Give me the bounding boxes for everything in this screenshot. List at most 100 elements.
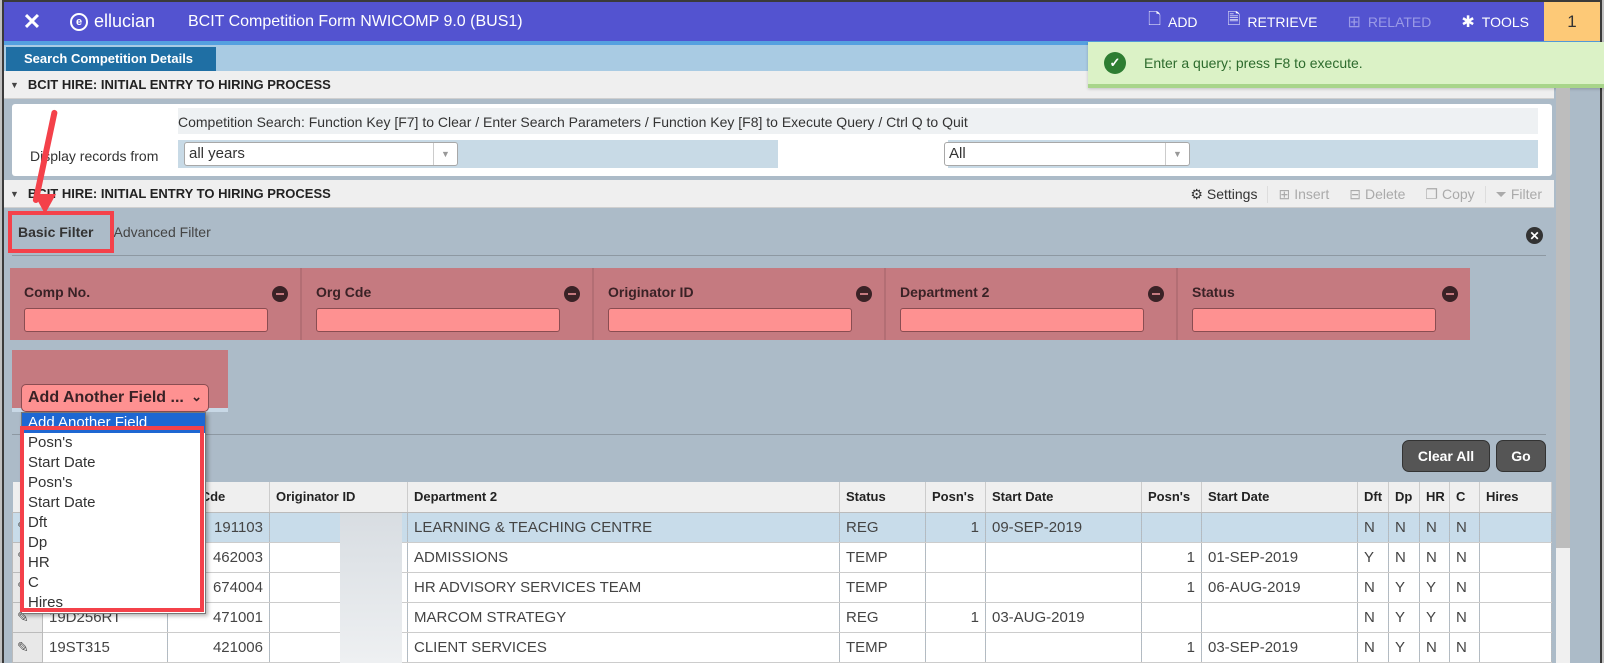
cell-posn2[interactable]: [1141, 602, 1202, 633]
column-header-dp[interactable]: Dp: [1388, 482, 1420, 513]
cell-start2[interactable]: 01-SEP-2019: [1201, 542, 1358, 573]
cell-status[interactable]: TEMP: [839, 542, 926, 573]
settings-button[interactable]: ⚙ Settings: [1180, 186, 1267, 203]
cell-start2[interactable]: [1201, 512, 1358, 543]
cell-c[interactable]: N: [1449, 632, 1480, 663]
column-header-posns-2[interactable]: Posn's: [1141, 482, 1202, 513]
add-another-field-select[interactable]: Add Another Field ... ⌄: [21, 384, 209, 412]
comp-no-input[interactable]: [24, 308, 268, 332]
column-header-c[interactable]: C: [1449, 482, 1480, 513]
column-header-originator-id[interactable]: Originator ID: [269, 482, 408, 513]
cell-hr[interactable]: Y: [1419, 602, 1450, 633]
cell-start1[interactable]: 09-SEP-2019: [985, 512, 1142, 543]
status-input[interactable]: [1192, 308, 1436, 332]
cell-posn1[interactable]: 1: [925, 602, 986, 633]
years-select[interactable]: all years ▼: [184, 142, 458, 166]
cell-dept[interactable]: MARCOM STRATEGY: [407, 602, 840, 633]
cell-dft[interactable]: N: [1357, 572, 1389, 603]
column-header-status[interactable]: Status: [839, 482, 926, 513]
copy-button[interactable]: ❐ Copy: [1415, 186, 1484, 203]
cell-c[interactable]: N: [1449, 572, 1480, 603]
cell-posn1[interactable]: [925, 542, 986, 573]
cell-start2[interactable]: 03-SEP-2019: [1201, 632, 1358, 663]
cell-dft[interactable]: N: [1357, 512, 1389, 543]
cell-status[interactable]: TEMP: [839, 632, 926, 663]
dropdown-option[interactable]: Start Date: [22, 453, 205, 473]
cell-posn2[interactable]: 1: [1141, 632, 1202, 663]
scrollbar-track[interactable]: [1556, 548, 1570, 663]
org-cde-input[interactable]: [316, 308, 560, 332]
cell-comp[interactable]: 19ST315: [42, 632, 168, 663]
dropdown-option[interactable]: Dp: [22, 533, 205, 553]
cell-dp[interactable]: Y: [1388, 602, 1420, 633]
cell-posn1[interactable]: [925, 572, 986, 603]
cell-c[interactable]: N: [1449, 542, 1480, 573]
cell-dept[interactable]: HR ADVISORY SERVICES TEAM: [407, 572, 840, 603]
cell-hr[interactable]: N: [1419, 512, 1450, 543]
cell-hires[interactable]: [1479, 632, 1552, 663]
cell-dft[interactable]: N: [1357, 632, 1389, 663]
notification-count-badge[interactable]: 1: [1544, 2, 1600, 41]
cell-dft[interactable]: N: [1357, 602, 1389, 633]
cell-dept[interactable]: ADMISSIONS: [407, 542, 840, 573]
related-button[interactable]: ⊞ RELATED: [1332, 12, 1446, 32]
cell-c[interactable]: N: [1449, 512, 1480, 543]
collapse-triangle-icon[interactable]: ▼: [10, 80, 19, 90]
cell-start1[interactable]: [985, 632, 1142, 663]
dropdown-option[interactable]: C: [22, 573, 205, 593]
table-row[interactable]: ✎462003A0ADMISSIONSTEMP101-SEP-2019YNNN: [12, 541, 1552, 573]
cell-posn2[interactable]: 1: [1141, 572, 1202, 603]
remove-field-icon[interactable]: [1442, 286, 1458, 302]
cell-start2[interactable]: [1201, 602, 1358, 633]
retrieve-button[interactable]: 🗎 RETRIEVE: [1213, 8, 1333, 35]
cell-hires[interactable]: [1479, 602, 1552, 633]
cell-hires[interactable]: [1479, 512, 1552, 543]
collapse-triangle-icon[interactable]: ▼: [10, 189, 19, 199]
dropdown-option[interactable]: Start Date: [22, 493, 205, 513]
column-header-posns[interactable]: Posn's: [925, 482, 986, 513]
cell-dept[interactable]: LEARNING & TEACHING CENTRE: [407, 512, 840, 543]
remove-field-icon[interactable]: [564, 286, 580, 302]
tools-button[interactable]: ✱ TOOLS: [1446, 12, 1544, 32]
cell-hr[interactable]: Y: [1419, 572, 1450, 603]
delete-button[interactable]: ⊟ Delete: [1339, 186, 1415, 203]
column-header-hr[interactable]: HR: [1419, 482, 1450, 513]
cell-start1[interactable]: 03-AUG-2019: [985, 602, 1142, 633]
cell-start1[interactable]: [985, 542, 1142, 573]
dropdown-option[interactable]: Posn's: [22, 473, 205, 493]
dropdown-option[interactable]: Posn's: [22, 433, 205, 453]
dropdown-option[interactable]: HR: [22, 553, 205, 573]
originator-id-input[interactable]: [608, 308, 852, 332]
cell-dp[interactable]: N: [1388, 542, 1420, 573]
cell-status[interactable]: REG: [839, 512, 926, 543]
cell-hires[interactable]: [1479, 542, 1552, 573]
cell-dp[interactable]: N: [1388, 512, 1420, 543]
tab-advanced-filter[interactable]: Advanced Filter: [103, 224, 220, 240]
table-row[interactable]: ✎19ST315421006A0CLIENT SERVICESTEMP103-S…: [12, 631, 1552, 663]
cell-hires[interactable]: [1479, 572, 1552, 603]
column-header-department-2[interactable]: Department 2: [407, 482, 840, 513]
department-2-input[interactable]: [900, 308, 1144, 332]
close-filter-icon[interactable]: ✕: [1526, 227, 1543, 244]
remove-field-icon[interactable]: [1148, 286, 1164, 302]
cell-dp[interactable]: Y: [1388, 632, 1420, 663]
close-icon[interactable]: ✕: [4, 9, 60, 35]
insert-button[interactable]: ⊞ Insert: [1267, 185, 1339, 203]
cell-posn2[interactable]: 1: [1141, 542, 1202, 573]
vertical-scrollbar[interactable]: [1556, 88, 1570, 548]
add-button[interactable]: 🗋 ADD: [1133, 8, 1212, 35]
table-row[interactable]: ✎19D256RT471001A0MARCOM STRATEGYREG103-A…: [12, 601, 1552, 633]
cell-posn1[interactable]: [925, 632, 986, 663]
status-select[interactable]: All ▼: [944, 142, 1190, 166]
table-row[interactable]: ✎191103A0LEARNING & TEACHING CENTREREG10…: [12, 511, 1552, 543]
cell-dft[interactable]: Y: [1357, 542, 1389, 573]
cell-org[interactable]: 421006: [167, 632, 270, 663]
column-header-dft[interactable]: Dft: [1357, 482, 1389, 513]
clear-all-button[interactable]: Clear All: [1402, 440, 1490, 472]
dropdown-arrow-icon[interactable]: ▼: [1165, 143, 1189, 165]
column-header-start-date-2[interactable]: Start Date: [1201, 482, 1358, 513]
table-row[interactable]: ✎674004A0HR ADVISORY SERVICES TEAMTEMP10…: [12, 571, 1552, 603]
cell-posn2[interactable]: [1141, 512, 1202, 543]
cell-c[interactable]: N: [1449, 602, 1480, 633]
dropdown-option[interactable]: Hires: [22, 593, 205, 613]
